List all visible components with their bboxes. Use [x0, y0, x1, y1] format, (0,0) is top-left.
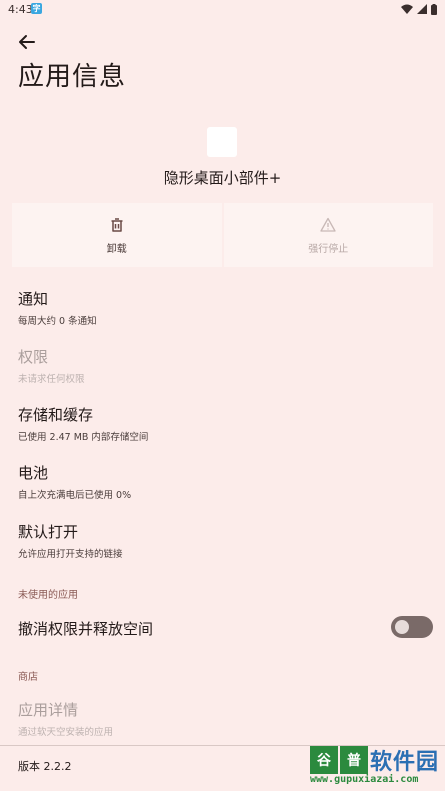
site-watermark: 谷 普 软件园 www.gupuxiazai.com	[310, 746, 442, 790]
app-name: 隐形桌面小部件+	[163, 169, 282, 187]
open-by-default-title: 默认打开	[18, 523, 79, 541]
notifications-item[interactable]: 通知 每周大约 0 条通知	[18, 288, 97, 327]
revoke-permissions-item[interactable]: 撤消权限并释放空间	[18, 618, 153, 639]
storage-title: 存储和缓存	[18, 406, 94, 424]
page-title: 应用信息	[18, 62, 127, 92]
notifications-title: 通知	[18, 290, 49, 308]
section-unused-apps: 未使用的应用	[18, 590, 78, 601]
trash-icon	[111, 217, 123, 232]
toggle-knob	[395, 620, 409, 634]
battery-title: 电池	[18, 464, 49, 482]
permissions-title: 权限	[18, 348, 49, 366]
revoke-permissions-title: 撤消权限并释放空间	[18, 620, 154, 638]
force-stop-button[interactable]: 强行停止	[223, 203, 433, 267]
status-icons	[401, 3, 437, 15]
battery-item[interactable]: 电池 自上次充满电后已使用 0%	[18, 462, 131, 501]
watermark-badge-1: 谷	[310, 746, 338, 774]
open-by-default-summary: 允许应用打开支持的链接	[18, 549, 123, 560]
revoke-permissions-toggle[interactable]	[391, 616, 433, 638]
app-details-title: 应用详情	[18, 701, 79, 719]
battery-summary: 自上次充满电后已使用 0%	[18, 490, 132, 501]
storage-item[interactable]: 存储和缓存 已使用 2.47 MB 内部存储空间	[18, 404, 148, 443]
back-arrow-icon[interactable]	[16, 32, 38, 52]
uninstall-button[interactable]: 卸载	[12, 203, 222, 267]
permissions-item[interactable]: 权限 未请求任何权限	[18, 346, 85, 385]
clock: 4:43	[8, 3, 33, 16]
signal-icon	[417, 4, 427, 14]
open-by-default-item[interactable]: 默认打开 允许应用打开支持的链接	[18, 521, 123, 560]
uninstall-label: 卸载	[106, 243, 127, 255]
status-bar: 4:43 字	[0, 0, 445, 20]
wifi-icon	[401, 4, 413, 14]
section-store: 商店	[18, 672, 38, 683]
watermark-badge-2: 普	[340, 746, 368, 774]
app-details-summary: 通过软天空安装的应用	[18, 727, 114, 738]
force-stop-label: 强行停止	[308, 243, 349, 255]
warning-icon	[320, 217, 336, 232]
notifications-summary: 每周大约 0 条通知	[18, 316, 97, 327]
permissions-summary: 未请求任何权限	[18, 374, 85, 385]
watermark-logo: 谷 普 软件园	[310, 746, 442, 775]
version-text: 版本 2.2.2	[18, 760, 72, 773]
action-bar: 卸载 强行停止	[12, 203, 433, 267]
battery-icon	[431, 3, 437, 15]
app-icon	[207, 127, 237, 157]
storage-summary: 已使用 2.47 MB 内部存储空间	[18, 432, 149, 443]
watermark-text: 软件园	[370, 750, 440, 775]
app-details-item[interactable]: 应用详情 通过软天空安装的应用	[18, 699, 113, 738]
notification-icon: 字	[31, 3, 42, 14]
